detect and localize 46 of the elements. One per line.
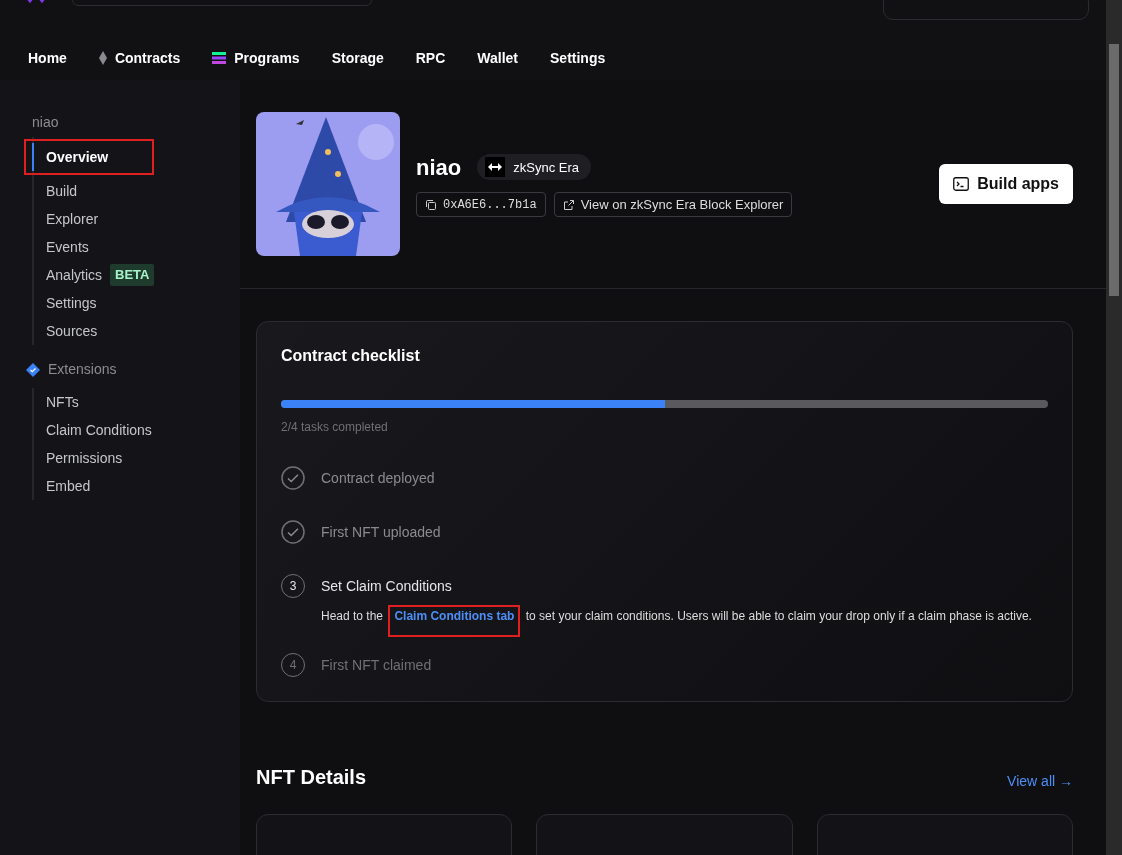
- copy-address-button[interactable]: 0xA6E6...7b1a: [416, 191, 546, 218]
- sidebar-heading: niao: [32, 113, 60, 132]
- contract-name: niao: [416, 153, 462, 182]
- sidebar-item[interactable]: Claim Conditions: [32, 416, 182, 444]
- nav-link[interactable]: Contracts: [82, 41, 197, 75]
- card-title: Contract checklist: [281, 346, 421, 366]
- sidebar-item[interactable]: Sources: [32, 317, 182, 345]
- step-title: Set Claim Conditions: [321, 577, 453, 596]
- external-link-icon: [562, 198, 575, 211]
- sidebar-item[interactable]: Explorer: [32, 205, 182, 233]
- sidebar-item[interactable]: Analytics: [32, 261, 103, 289]
- wallet-button[interactable]: [883, 0, 1089, 20]
- nav-link[interactable]: Wallet: [461, 41, 535, 75]
- step-title: First NFT uploaded: [321, 523, 441, 542]
- sidebar-item[interactable]: Settings: [32, 289, 182, 317]
- step-description: Head to the Claim Conditions tab to set your claim conditions. Users will be able to claim your drop only if a claim phase is active.: [321, 610, 1032, 623]
- sidebar-item[interactable]: Permissions: [32, 444, 182, 472]
- progress-text: 2/4 tasks completed: [281, 419, 389, 436]
- explorer-link-button[interactable]: View on zkSync Era Block Explorer: [553, 191, 793, 218]
- sidebar-item[interactable]: Embed: [32, 472, 182, 500]
- chain-logo-icon: [485, 157, 506, 178]
- nav-link[interactable]: Storage: [315, 41, 400, 75]
- sidebar-item[interactable]: NFTs: [32, 388, 182, 416]
- build-apps-button[interactable]: Build apps: [939, 164, 1073, 204]
- scrollbar[interactable]: [1106, 0, 1122, 855]
- beta-badge: BETA: [110, 264, 155, 286]
- copy-icon: [425, 198, 437, 211]
- checkmark-diamond-icon: [26, 362, 40, 377]
- sidebar-item[interactable]: Overview: [32, 143, 109, 171]
- view-all-link[interactable]: View all →: [1007, 770, 1073, 792]
- extensions-heading: Extensions: [48, 360, 117, 379]
- nav-link[interactable]: Home: [12, 41, 83, 75]
- scrollbar-thumb[interactable]: [1109, 44, 1119, 296]
- step-title: Contract deployed: [321, 469, 435, 488]
- claim-conditions-link[interactable]: Claim Conditions tab: [394, 609, 515, 623]
- chain-badge: zkSync Era: [477, 154, 591, 181]
- terminal-icon: [953, 176, 970, 192]
- step-title: First NFT claimed: [321, 655, 432, 675]
- sidebar-item[interactable]: Events: [32, 233, 182, 261]
- section-title: NFT Details: [256, 764, 367, 790]
- diamond-icon: [98, 51, 107, 65]
- sidebar-item[interactable]: Build: [32, 177, 182, 205]
- stripes-icon: [212, 52, 227, 64]
- nav-link[interactable]: Programs: [196, 41, 316, 75]
- nav-link[interactable]: RPC: [399, 41, 462, 75]
- nav-link[interactable]: Settings: [534, 41, 622, 75]
